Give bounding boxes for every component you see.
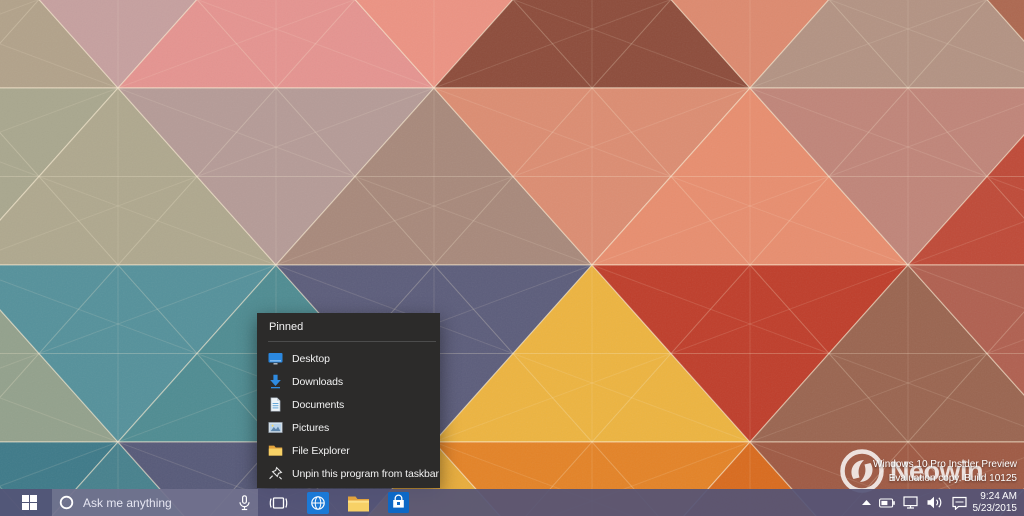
jumplist-item-label: Pictures	[292, 422, 329, 434]
edge-browser-button[interactable]	[298, 489, 338, 516]
jumplist-item-label: Unpin this program from taskbar	[292, 468, 439, 480]
windows-logo-icon	[22, 495, 37, 510]
build-watermark: Windows 10 Pro Insider Preview Evaluatio…	[873, 458, 1017, 485]
store-icon	[388, 492, 409, 513]
picture-icon	[268, 420, 283, 435]
build-watermark-line1: Windows 10 Pro Insider Preview	[873, 458, 1017, 472]
store-button[interactable]	[378, 489, 418, 516]
taskbar: 9:24 AM 5/23/2015	[0, 489, 1024, 516]
battery-icon[interactable]	[879, 489, 895, 516]
jumplist-item-label: File Explorer	[292, 445, 350, 457]
jumplist-item-documents[interactable]: Documents	[257, 393, 440, 416]
microphone-icon[interactable]	[239, 495, 250, 511]
task-view-icon	[269, 496, 288, 510]
build-watermark-line2: Evaluation copy. Build 10125	[873, 472, 1017, 486]
volume-icon[interactable]	[927, 489, 944, 516]
jumplist-item-label: Documents	[292, 399, 344, 411]
task-view-button[interactable]	[258, 489, 298, 516]
jumplist-item-desktop[interactable]: Desktop	[257, 347, 440, 370]
cortana-search-box[interactable]	[52, 489, 258, 516]
jumplist-item-label: Desktop	[292, 353, 330, 365]
download-icon	[268, 374, 283, 389]
edge-globe-icon	[307, 492, 329, 514]
jumplist-item-unpin-this-program-from-taskbar[interactable]: Unpin this program from taskbar	[257, 462, 440, 485]
cortana-icon	[59, 495, 74, 510]
system-tray: 9:24 AM 5/23/2015	[854, 489, 1024, 516]
file-explorer-button[interactable]	[338, 489, 378, 516]
desktop-icon	[268, 351, 283, 366]
file-explorer-jumplist: Pinned Desktop Downloads Documents Pictures…	[257, 313, 440, 488]
network-icon[interactable]	[903, 489, 919, 516]
clock-time: 9:24 AM	[973, 491, 1018, 503]
start-button[interactable]	[0, 489, 58, 516]
search-input[interactable]	[81, 495, 239, 511]
folder-icon	[268, 443, 283, 458]
jumplist-item-file-explorer[interactable]: File Explorer	[257, 439, 440, 462]
document-icon	[268, 397, 283, 412]
unpin-icon	[268, 466, 283, 481]
wallpaper	[0, 0, 1024, 516]
tray-chevron-up-icon[interactable]	[862, 489, 871, 516]
jumplist-item-downloads[interactable]: Downloads	[257, 370, 440, 393]
desktop: Neowin Windows 10 Pro Insider Preview Ev…	[0, 0, 1024, 516]
jumplist-header: Pinned	[257, 313, 440, 333]
action-center-icon[interactable]	[952, 489, 967, 516]
jumplist-separator	[268, 341, 436, 342]
jumplist-item-pictures[interactable]: Pictures	[257, 416, 440, 439]
jumplist-item-label: Downloads	[292, 376, 343, 388]
clock-date: 5/23/2015	[973, 503, 1018, 515]
clock[interactable]: 9:24 AM 5/23/2015	[973, 491, 1018, 514]
file-explorer-icon	[347, 494, 370, 512]
wallpaper-noise	[0, 0, 1024, 516]
